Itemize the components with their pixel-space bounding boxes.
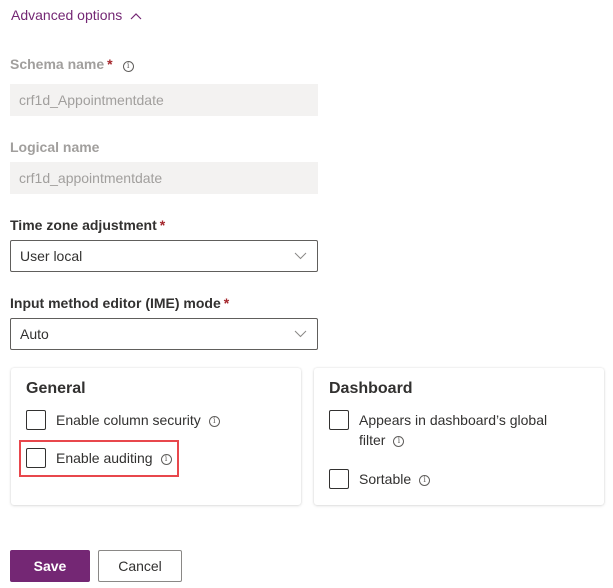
required-marker: * [107,56,113,72]
global-filter-checkbox[interactable] [329,410,349,430]
sortable-option[interactable]: Sortable i [329,469,431,489]
info-icon[interactable]: i [393,435,405,447]
logical-name-field: crf1d_appointmentdate [10,162,318,194]
enable-auditing-checkbox[interactable] [26,448,46,468]
info-icon[interactable]: i [419,474,431,486]
ime-mode-label: Input method editor (IME) mode * [10,295,230,311]
advanced-options-label: Advanced options [11,7,123,23]
chevron-down-icon [294,330,307,338]
info-icon[interactable]: i [160,453,172,465]
chevron-up-icon [130,7,142,23]
dashboard-card: Dashboard Appears in dashboard’s global … [314,368,604,505]
schema-name-label: Schema name * i [10,56,134,72]
logical-name-label: Logical name [10,139,100,155]
enable-auditing-option[interactable]: Enable auditing i [26,448,172,468]
required-marker: * [223,295,230,311]
schema-name-field: crf1d_Appointmentdate [10,84,318,116]
enable-column-security-checkbox[interactable] [26,410,46,430]
dashboard-title: Dashboard [329,380,413,397]
info-icon[interactable]: i [122,60,134,72]
enable-column-security-option[interactable]: Enable column security i [26,410,220,430]
ime-mode-dropdown[interactable]: Auto [10,318,318,350]
cancel-button[interactable]: Cancel [98,550,182,582]
advanced-options-toggle[interactable]: Advanced options [11,7,142,23]
general-card: General Enable column security i Enable a… [11,368,301,505]
global-filter-option[interactable]: Appears in dashboard’s global filter i [329,410,547,450]
info-icon[interactable]: i [208,415,220,427]
chevron-down-icon [294,252,307,260]
general-title: General [26,380,86,397]
time-zone-label: Time zone adjustment * [10,217,166,233]
time-zone-dropdown[interactable]: User local [10,240,318,272]
sortable-checkbox[interactable] [329,469,349,489]
required-marker: * [159,217,166,233]
save-button[interactable]: Save [10,550,90,582]
